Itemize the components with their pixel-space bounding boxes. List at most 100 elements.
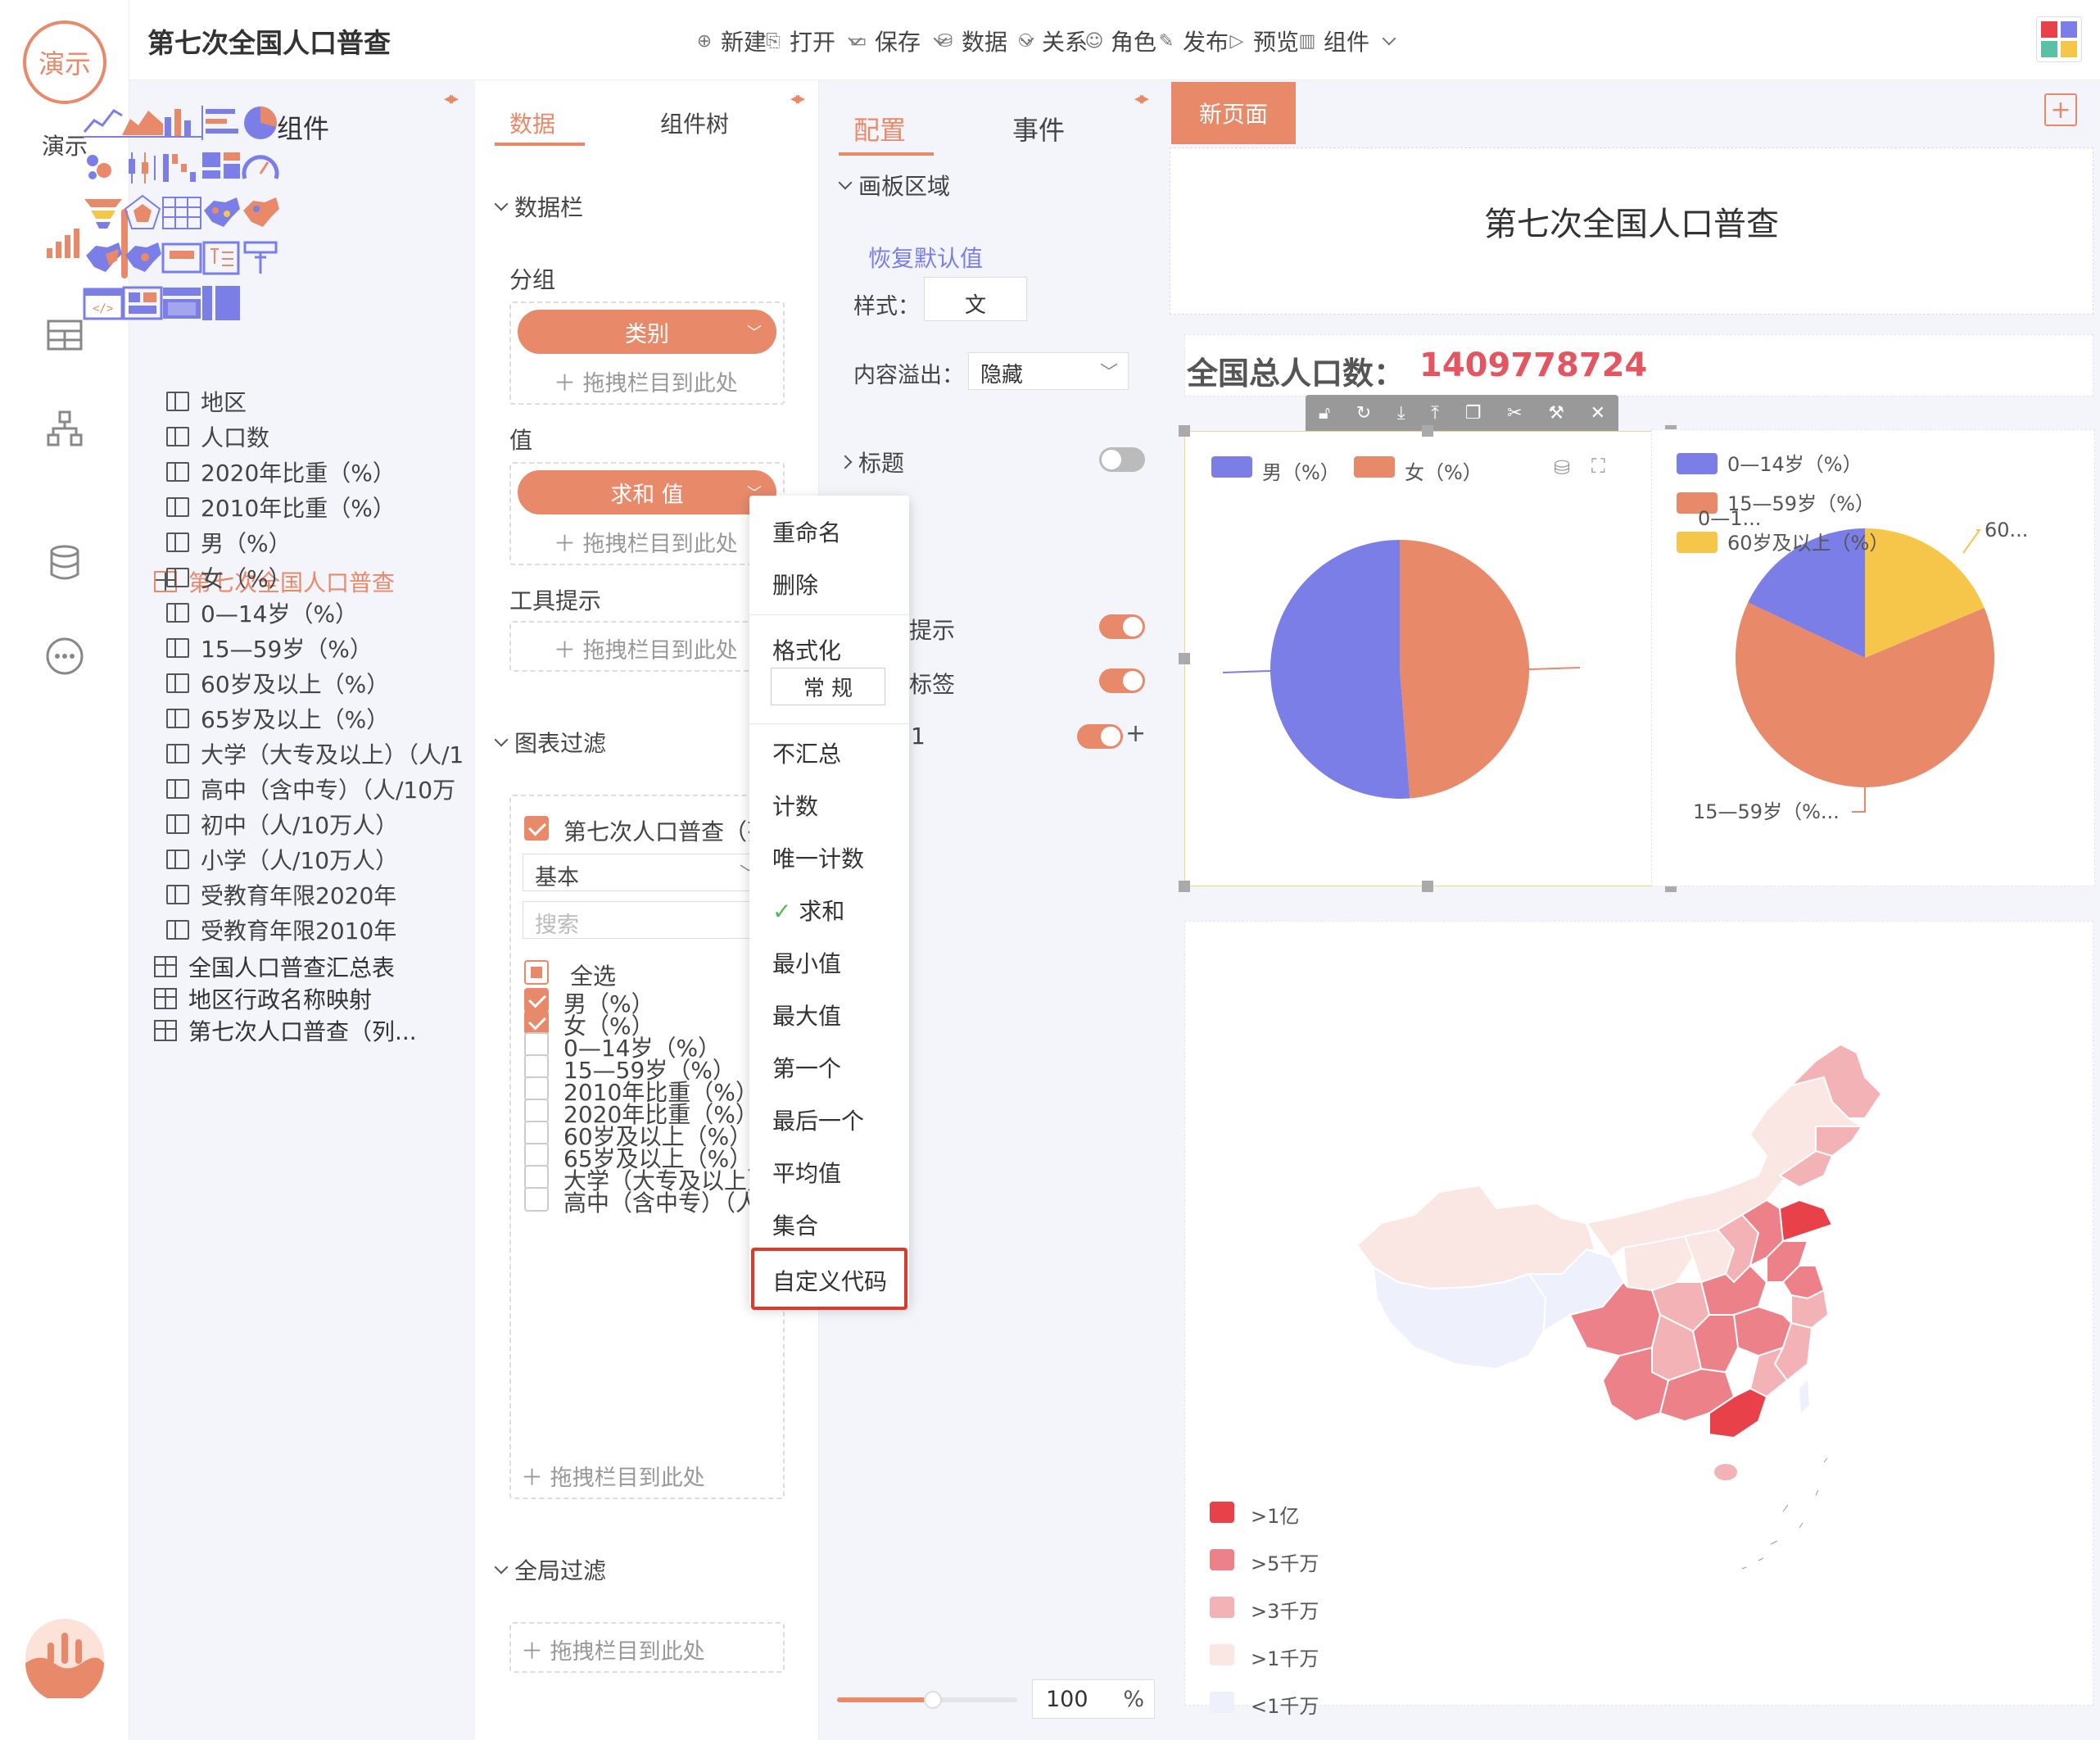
- waterfall-icon[interactable]: [160, 146, 204, 190]
- population-map-card[interactable]: >1亿 >5千万 >3千万 >1千万 <1千万: [1184, 921, 2093, 1718]
- toolbar-preview-button[interactable]: ▷ 预览: [1227, 25, 1299, 57]
- collapse-components-icon[interactable]: ◂▸: [444, 88, 459, 109]
- map-china-icon[interactable]: [199, 191, 243, 235]
- columns-icon[interactable]: [199, 281, 243, 325]
- nav-more-icon[interactable]: [39, 631, 90, 682]
- filter-item-checkbox[interactable]: [524, 1165, 549, 1189]
- gauge-icon[interactable]: [238, 146, 283, 190]
- total-card[interactable]: 全国总人口数： 1409778724: [1184, 334, 2093, 396]
- toolbar-save-button[interactable]: ▭ 保存: [849, 25, 948, 57]
- close-icon[interactable]: ✕: [1591, 403, 1605, 424]
- toolbar-relation-button[interactable]: ⚇ 关系: [1016, 25, 1088, 57]
- collapse-data-icon[interactable]: ◂▸: [790, 88, 805, 109]
- age-pie-card[interactable]: 0—14岁（%） 15—59岁（%） 60岁及以上（%） 0—1... 60... 15—…: [1651, 429, 2095, 886]
- menu-agg-item[interactable]: 最后一个: [772, 1103, 864, 1136]
- dataset-table-item[interactable]: 第七次人口普查（列...: [154, 1014, 417, 1047]
- container-icon[interactable]: [160, 281, 204, 325]
- map-legend-label[interactable]: <1千万: [1251, 1690, 1319, 1719]
- copy-icon[interactable]: ❐: [1465, 403, 1482, 424]
- title-section[interactable]: 标题: [838, 446, 904, 478]
- dataset-field[interactable]: 人口数: [166, 420, 269, 453]
- menu-agg-item[interactable]: 最小值: [772, 946, 841, 979]
- zoom-slider-handle[interactable]: [924, 1691, 942, 1709]
- toolbar-publish-button[interactable]: ✎ 发布: [1156, 25, 1229, 57]
- pie-chart-icon[interactable]: [238, 101, 283, 145]
- treemap-icon[interactable]: [199, 146, 243, 190]
- map-scatter-icon[interactable]: [120, 236, 165, 280]
- title-toggle[interactable]: [1099, 447, 1145, 472]
- filter-item-checkbox[interactable]: [524, 1032, 549, 1057]
- map-legend-label[interactable]: >5千万: [1251, 1547, 1319, 1576]
- select-all-checkbox[interactable]: [524, 960, 549, 985]
- pie2-legend-label[interactable]: 0—14岁（%）: [1727, 453, 1862, 476]
- funnel-icon[interactable]: [81, 191, 125, 235]
- candlestick-icon[interactable]: [120, 146, 165, 190]
- overflow-select[interactable]: 隐藏 ﹀: [968, 352, 1129, 390]
- dataset-field[interactable]: 15—59岁（%）: [166, 632, 373, 664]
- map-legend-label[interactable]: >3千万: [1251, 1595, 1319, 1624]
- map-heat-icon[interactable]: [81, 236, 125, 280]
- menu-agg-item[interactable]: ✓ 求和: [772, 894, 844, 927]
- dataset-field[interactable]: 女（%）: [166, 561, 292, 594]
- style-input[interactable]: 文: [924, 277, 1027, 321]
- toolbar-role-button[interactable]: ☺ 角色: [1084, 25, 1156, 57]
- group-pill[interactable]: 类别 ﹀: [518, 310, 776, 354]
- dataset-field[interactable]: 0—14岁（%）: [166, 596, 358, 629]
- nav-database-icon[interactable]: [39, 537, 90, 588]
- filter-widget-icon[interactable]: [238, 236, 283, 280]
- data-source-icon[interactable]: ⛁: [1554, 456, 1570, 479]
- filter-item-checkbox[interactable]: [524, 988, 549, 1013]
- dataset-field[interactable]: 初中（人/10万人）: [166, 808, 398, 841]
- restore-default-link[interactable]: 恢复默认值: [868, 241, 983, 274]
- cut-icon[interactable]: ✂: [1507, 403, 1522, 424]
- global-filter-section[interactable]: 全局过滤: [494, 1553, 606, 1586]
- pie-slice[interactable]: [1400, 540, 1530, 799]
- filter-item-checkbox[interactable]: [524, 1143, 549, 1167]
- canvas-area-section[interactable]: 画板区域: [838, 169, 950, 202]
- value-pill[interactable]: 求和 值 ﹀: [518, 470, 776, 514]
- map-bubble-icon[interactable]: [238, 191, 283, 235]
- filter-search-input[interactable]: 搜索: [523, 901, 768, 939]
- area-chart-icon[interactable]: [120, 101, 165, 145]
- card-icon[interactable]: [160, 236, 204, 280]
- filter-item-checkbox[interactable]: [524, 1099, 549, 1123]
- text-icon[interactable]: [199, 236, 243, 280]
- resize-handle[interactable]: [1179, 881, 1190, 892]
- zoom-slider[interactable]: [837, 1691, 1017, 1709]
- page-tab[interactable]: 新页面: [1171, 82, 1296, 144]
- theme-palette-icon[interactable]: [2036, 16, 2082, 62]
- table-grid-icon[interactable]: [160, 191, 204, 235]
- map-legend-label[interactable]: >1千万: [1251, 1643, 1319, 1671]
- dataset-field[interactable]: 60岁及以上（%）: [166, 667, 389, 700]
- menu-agg-item[interactable]: 不汇总: [772, 736, 841, 769]
- filter-item-checkbox[interactable]: [524, 1187, 549, 1212]
- tab-events[interactable]: 事件: [1012, 110, 1065, 147]
- dataset-field[interactable]: 男（%）: [166, 526, 292, 559]
- collapse-config-icon[interactable]: ◂▸: [1134, 88, 1149, 109]
- zoom-input[interactable]: 100 %: [1032, 1679, 1155, 1719]
- format-select[interactable]: 常 规: [771, 668, 885, 705]
- code-icon[interactable]: </>: [81, 281, 125, 325]
- menu-agg-item[interactable]: 唯一计数: [772, 841, 864, 874]
- tab-config[interactable]: 配置: [853, 110, 906, 147]
- horizontal-bar-icon[interactable]: [199, 101, 243, 145]
- resize-handle[interactable]: [1422, 881, 1433, 892]
- menu-agg-item[interactable]: 第一个: [772, 1051, 841, 1084]
- menu-agg-item[interactable]: 平均值: [772, 1156, 841, 1189]
- resize-handle[interactable]: [1179, 425, 1190, 437]
- map-legend-label[interactable]: >1亿: [1251, 1500, 1299, 1529]
- logo[interactable]: 演示: [23, 20, 106, 104]
- tab-data[interactable]: 数据: [509, 106, 555, 139]
- label-toggle[interactable]: [1099, 668, 1145, 693]
- scatter-icon[interactable]: [81, 146, 125, 190]
- pie2-legend-label[interactable]: 60岁及以上（%）: [1727, 532, 1889, 555]
- bring-to-front-icon[interactable]: ⤒: [1431, 403, 1439, 424]
- format-painter-icon[interactable]: ⚒: [1548, 403, 1564, 424]
- tooltip-toggle[interactable]: [1099, 614, 1145, 639]
- datacol-section[interactable]: 数据栏: [494, 190, 583, 223]
- pie-slice[interactable]: [1270, 540, 1410, 799]
- radar-icon[interactable]: [120, 191, 165, 235]
- dataset-field[interactable]: 地区: [166, 385, 247, 418]
- filter-item-checkbox[interactable]: [524, 1076, 549, 1101]
- toolbar-open-button[interactable]: ⎘ 打开: [763, 25, 862, 57]
